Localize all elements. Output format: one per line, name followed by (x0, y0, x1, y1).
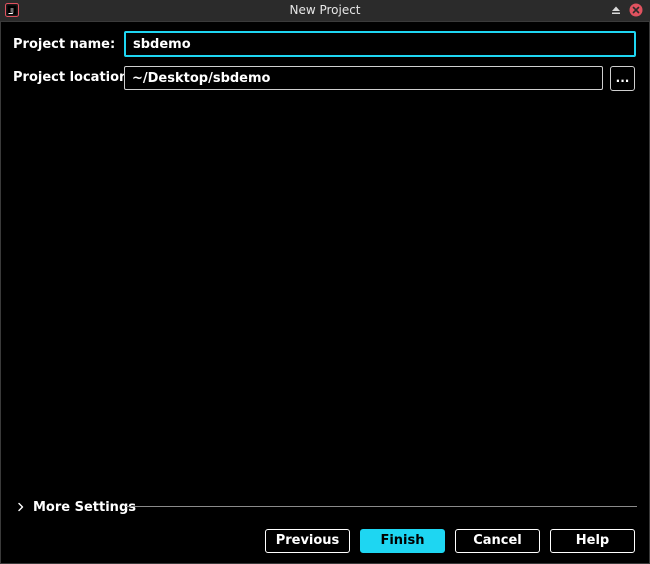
minimize-icon[interactable] (609, 3, 623, 17)
more-settings-toggle[interactable]: More Settings (15, 498, 136, 516)
project-location-input[interactable] (124, 66, 603, 90)
project-location-label: Project location: (13, 70, 134, 85)
finish-button[interactable]: Finish (360, 529, 445, 553)
project-name-label: Project name: (13, 37, 116, 52)
more-settings-label: More Settings (33, 499, 136, 515)
help-button[interactable]: Help (550, 529, 635, 553)
chevron-right-icon (18, 502, 24, 512)
new-project-dialog: Project name: Project location: ... More… (0, 21, 650, 564)
browse-location-button[interactable]: ... (610, 66, 635, 91)
close-icon[interactable] (629, 3, 643, 17)
divider (126, 506, 637, 507)
title-bar: IJ New Project (0, 0, 650, 22)
cancel-button[interactable]: Cancel (455, 529, 540, 553)
window-title: New Project (289, 3, 361, 17)
project-name-input[interactable] (124, 31, 636, 57)
previous-button[interactable]: Previous (265, 529, 350, 553)
